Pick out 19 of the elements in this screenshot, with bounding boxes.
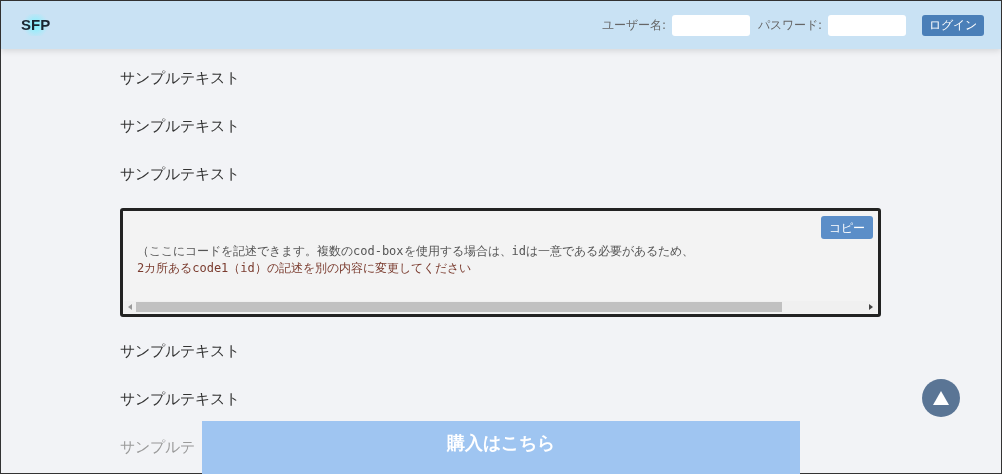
scroll-right-icon[interactable] xyxy=(867,303,875,311)
sample-text: サンプルテキスト xyxy=(120,389,240,410)
sample-text: サンプルテキスト xyxy=(120,68,240,89)
code-text: （ここにコードを記述できます。複数のcod-boxを使用する場合は、idは一意である必要があるため、 xyxy=(137,243,695,260)
password-label: パスワード: xyxy=(757,17,822,34)
scroll-left-icon[interactable] xyxy=(126,303,134,311)
login-button[interactable]: ログイン xyxy=(922,14,984,36)
sample-text: サンプルテキスト xyxy=(120,341,240,362)
username-label: ユーザー名: xyxy=(601,17,666,34)
sample-text: サンプルテキスト xyxy=(120,116,240,137)
sample-text: サンプルテ xyxy=(120,437,195,458)
back-to-top-button[interactable] xyxy=(922,379,960,417)
sample-text: サンプルテキスト xyxy=(120,164,240,185)
username-field[interactable] xyxy=(671,14,750,36)
password-field[interactable] xyxy=(828,14,906,36)
up-triangle-icon xyxy=(933,391,949,405)
scrollbar-thumb[interactable] xyxy=(136,302,782,312)
copy-button[interactable]: コピー xyxy=(821,216,873,239)
code-text: 2カ所あるcode1（id）の記述を別の内容に変更してください xyxy=(137,260,471,277)
